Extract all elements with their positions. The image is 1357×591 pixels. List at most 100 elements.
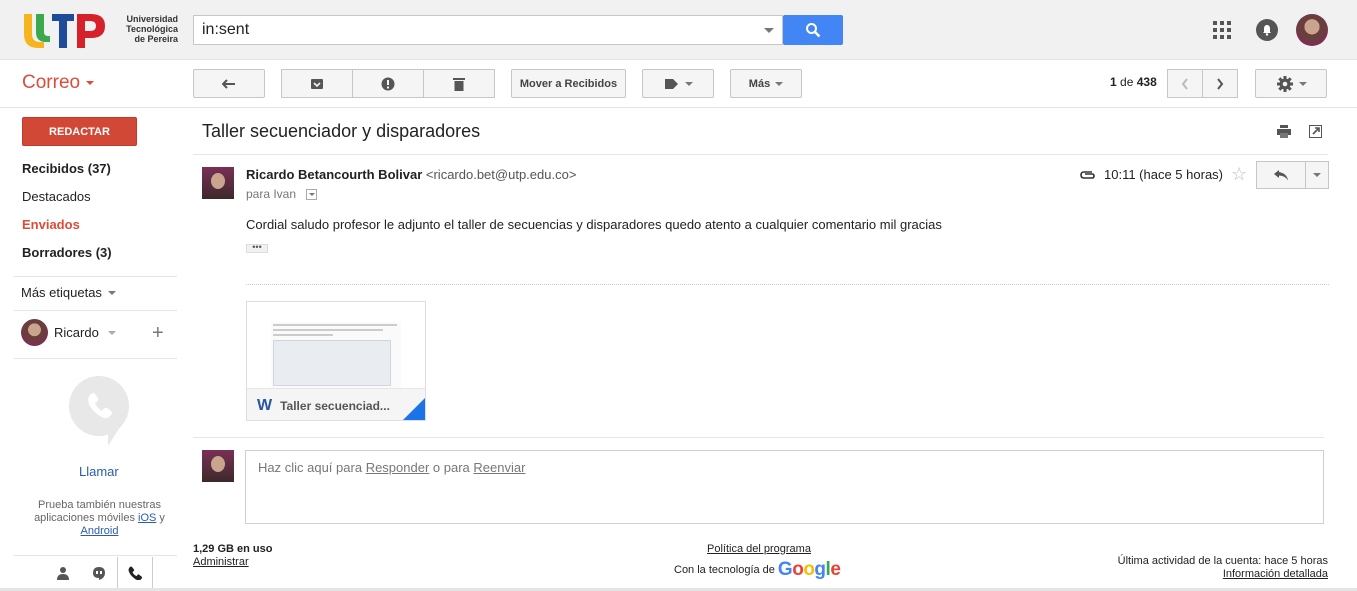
chevron-down-icon [1298, 81, 1307, 86]
and-text: y [159, 512, 165, 524]
google-logo: Google [777, 559, 841, 580]
older-button[interactable] [1202, 69, 1238, 98]
print-icon[interactable] [1277, 125, 1291, 138]
manage-storage-link[interactable]: Administrar [193, 556, 249, 568]
more-actions-button[interactable]: Más [730, 69, 802, 98]
attachment-footer: W Taller secuenciad... [247, 388, 425, 420]
open-new-window-icon[interactable] [1309, 125, 1322, 138]
pager-total: 438 [1136, 75, 1157, 89]
app-switcher[interactable]: Correo [22, 72, 95, 94]
ios-link[interactable]: iOS [138, 512, 156, 524]
chevron-down-icon [684, 81, 693, 86]
action-group [281, 69, 495, 98]
program-policy-link[interactable]: Política del programa [707, 543, 811, 555]
show-details-toggle[interactable] [306, 188, 318, 200]
chevron-down-icon [107, 330, 116, 335]
back-button[interactable] [193, 69, 265, 98]
attachment-corner-fold [403, 398, 425, 420]
word-doc-icon: W [257, 396, 273, 414]
account-activity: Última actividad de la cuenta: hace 5 ho… [1118, 555, 1328, 581]
hangouts-quote-icon [93, 567, 105, 580]
search-input[interactable]: in:sent [193, 15, 783, 45]
report-spam-button[interactable] [352, 69, 424, 98]
message-body: Cordial saludo profesor le adjunto el ta… [246, 217, 942, 232]
spam-icon [381, 77, 395, 90]
more-actions-label: Más [748, 77, 771, 90]
message-subject: Taller secuenciador y disparadores [202, 121, 481, 141]
search-icon [806, 23, 821, 38]
more-labels-label: Más etiquetas [21, 285, 102, 300]
pagination-count: 1 de 438 [1110, 75, 1157, 89]
sender-avatar [202, 167, 234, 199]
sender-email: <ricardo.bet@utp.edu.co> [425, 167, 577, 182]
compose-button[interactable]: REDACTAR [22, 117, 137, 146]
move-to-inbox-button[interactable]: Mover a Recibidos [511, 69, 626, 98]
search-button[interactable] [783, 15, 843, 45]
more-labels-toggle[interactable]: Más etiquetas [21, 285, 116, 300]
recipient-line: para Ivan [246, 187, 318, 201]
attachment-name: Taller secuenciad... [280, 398, 390, 413]
person-icon [57, 567, 69, 580]
sidebar-divider [14, 310, 177, 311]
more-reply-options-button[interactable] [1305, 161, 1329, 189]
reply-prefix: Haz clic aquí para [258, 460, 363, 475]
phone-bubble-tail [108, 424, 122, 446]
attachment-card[interactable]: W Taller secuenciad... [246, 301, 426, 421]
hangouts-avatar[interactable] [21, 319, 48, 346]
utp-logo-mark [24, 14, 105, 48]
newer-button[interactable] [1167, 69, 1203, 98]
attachment-thumbnail [271, 322, 401, 388]
sidebar-divider [14, 555, 177, 556]
reply-actions [1256, 161, 1329, 189]
reply-link[interactable]: Responder [366, 460, 430, 475]
sidebar-divider [14, 276, 177, 277]
pager-nav [1167, 69, 1238, 98]
back-arrow-icon [222, 78, 235, 89]
quick-reply-box[interactable]: Haz clic aquí para Responder o para Reen… [245, 450, 1324, 524]
android-link[interactable]: Android [81, 525, 119, 537]
gear-icon [1276, 75, 1293, 92]
hangouts-user-menu[interactable]: Ricardo [54, 325, 116, 340]
notifications-bell-icon[interactable] [1256, 19, 1278, 41]
archive-icon [311, 78, 323, 89]
account-avatar[interactable] [1296, 14, 1328, 46]
sidebar-item-starred[interactable]: Destacados [22, 189, 91, 204]
mobile-apps-promo: Prueba también nuestras aplicaciones móv… [22, 499, 177, 538]
sender-name[interactable]: Ricardo Betancourth Bolivar [246, 167, 422, 182]
search-options-caret-icon[interactable] [764, 28, 774, 33]
storage-used: 1,29 GB en uso [193, 543, 273, 555]
chevron-down-icon [107, 290, 116, 295]
labels-button[interactable] [642, 69, 714, 98]
reply-middle: o para [432, 460, 470, 475]
star-icon[interactable]: ☆ [1231, 164, 1247, 185]
header-divider [0, 107, 1357, 108]
apps-grid-icon[interactable] [1213, 21, 1231, 39]
call-link[interactable]: Llamar [79, 464, 119, 479]
sidebar-item-inbox[interactable]: Recibidos (37) [22, 161, 111, 176]
sender-line: Ricardo Betancourth Bolivar <ricardo.bet… [246, 167, 576, 182]
paperclip-icon [1080, 170, 1095, 179]
chevron-left-icon [1181, 77, 1188, 90]
storage-usage: 1,29 GB en uso Administrar [193, 543, 272, 569]
sidebar-item-sent[interactable]: Enviados [22, 217, 80, 232]
reply-divider [193, 437, 1324, 438]
utp-logo[interactable]: Universidad Tecnológica de Pereira [22, 10, 178, 50]
subject-divider [193, 154, 1328, 155]
sidebar-item-drafts[interactable]: Borradores (3) [22, 245, 112, 260]
reply-button[interactable] [1256, 161, 1306, 189]
reply-user-avatar [202, 450, 234, 482]
show-trimmed-content-button[interactable]: ••• [246, 243, 268, 253]
forward-link[interactable]: Reenviar [473, 460, 525, 475]
tab-conversations[interactable] [81, 557, 117, 589]
archive-button[interactable] [281, 69, 353, 98]
tab-contacts[interactable] [45, 557, 81, 589]
move-to-inbox-label: Mover a Recibidos [519, 77, 618, 90]
settings-button[interactable] [1255, 69, 1327, 98]
activity-details-link[interactable]: Información detallada [1223, 568, 1328, 580]
pager-range: 1 [1110, 75, 1117, 89]
chevron-right-icon [1217, 77, 1224, 90]
compose-label: REDACTAR [49, 125, 110, 138]
delete-button[interactable] [423, 69, 495, 98]
tab-phone[interactable] [117, 557, 153, 589]
new-conversation-plus-icon[interactable]: + [152, 322, 164, 345]
